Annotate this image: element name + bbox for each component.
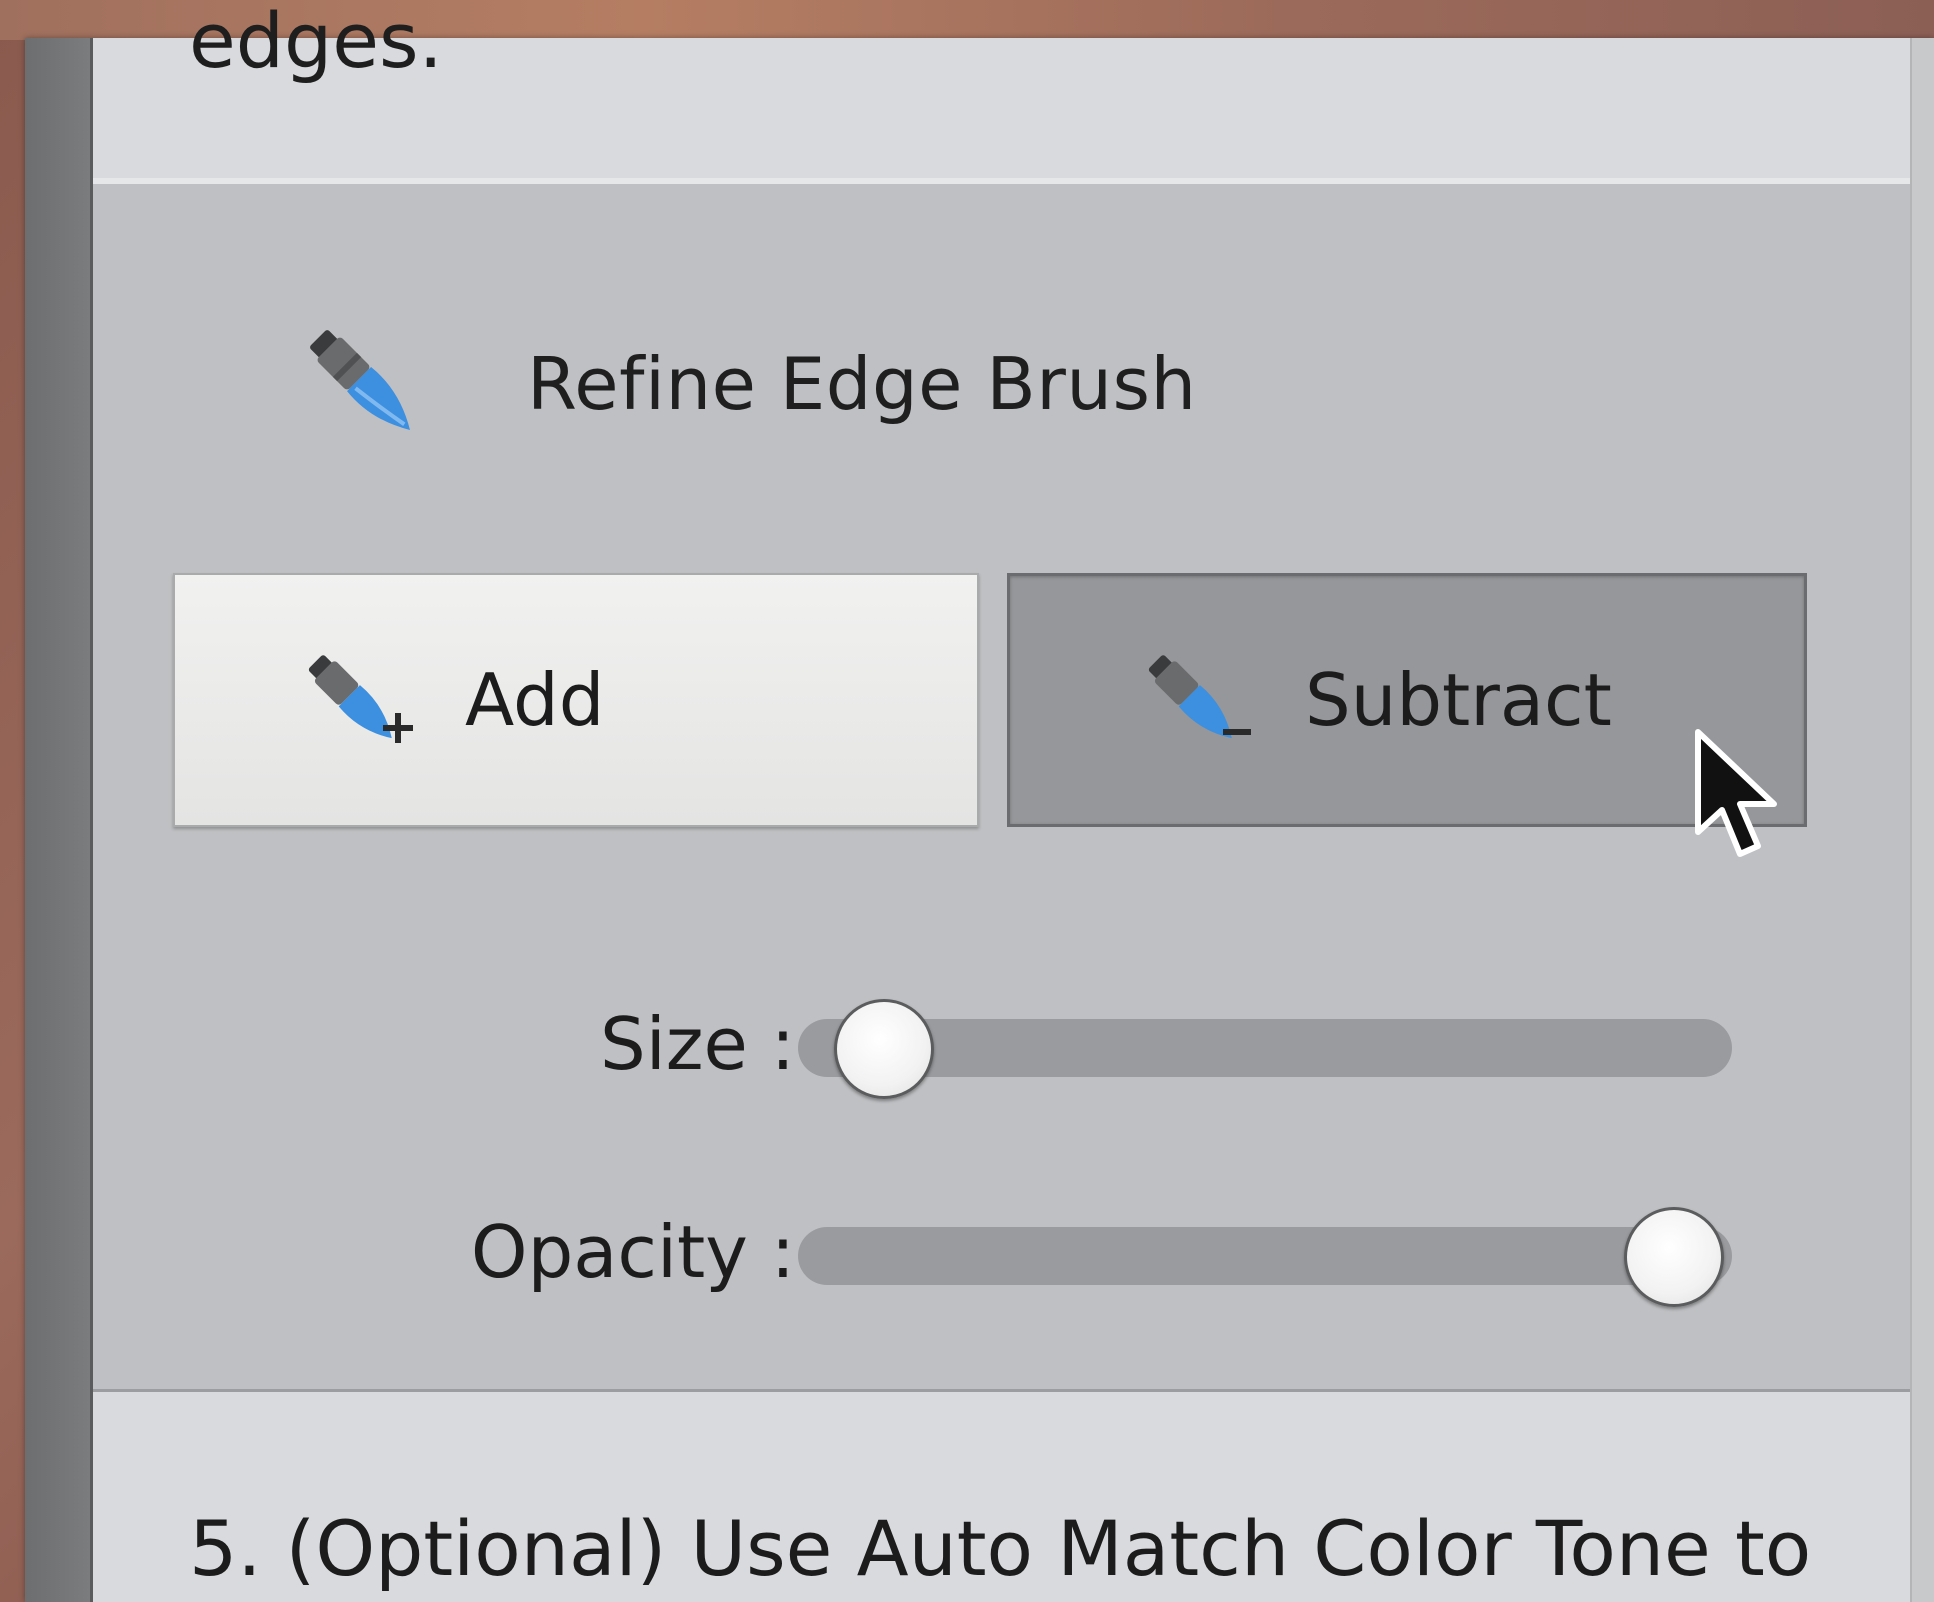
previous-step-text: edges.	[189, 0, 443, 85]
size-slider-row: Size :	[93, 984, 1912, 1104]
guided-edit-window: edges. Refine Edge Brush Add Subtract Si…	[25, 0, 1934, 1602]
opacity-slider-track[interactable]	[798, 1207, 1732, 1307]
size-slider-track[interactable]	[798, 999, 1732, 1099]
size-label: Size :	[600, 1002, 795, 1086]
size-slider-thumb[interactable]	[834, 999, 934, 1099]
refine-edge-brush-section: Refine Edge Brush Add Subtract Size: Op…	[93, 184, 1912, 1392]
add-label: Add	[465, 658, 605, 742]
opacity-slider-thumb[interactable]	[1624, 1207, 1724, 1307]
refine-edge-brush-tool[interactable]: Refine Edge Brush	[289, 319, 1197, 449]
previous-step-section: edges.	[93, 0, 1912, 184]
brush-subtract-icon	[1148, 655, 1251, 739]
right-scroll-edge[interactable]	[1910, 38, 1934, 1602]
mouse-pointer-icon	[1695, 729, 1777, 857]
opacity-label: Opacity :	[470, 1210, 795, 1294]
add-button[interactable]: Add	[173, 573, 979, 827]
step-5-text: 5. (Optional) Use Auto Match Color Tone …	[189, 1504, 1812, 1593]
refine-edge-brush-title: Refine Edge Brush	[527, 342, 1197, 426]
brush-icon	[310, 330, 410, 430]
opacity-slider-row: Opacity :	[93, 1192, 1912, 1312]
subtract-button[interactable]: Subtract	[1007, 573, 1807, 827]
left-rail	[25, 38, 93, 1602]
subtract-label: Subtract	[1305, 658, 1612, 742]
brush-add-icon	[308, 655, 413, 743]
guided-panel: edges. Refine Edge Brush Add Subtract Si…	[93, 0, 1934, 1602]
step-5-section: 5. (Optional) Use Auto Match Color Tone …	[93, 1392, 1912, 1602]
